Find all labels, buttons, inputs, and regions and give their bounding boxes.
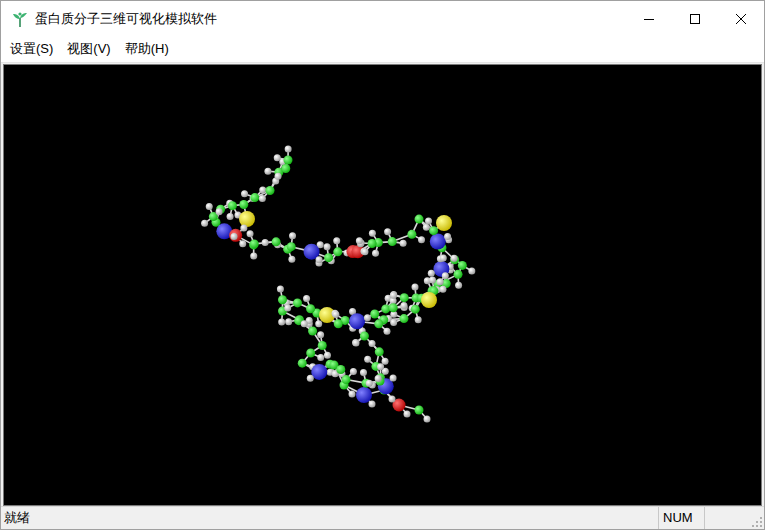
status-bar: 就绪 NUM <box>1 506 764 529</box>
window-title: 蛋白质分子三维可视化模拟软件 <box>35 9 217 29</box>
status-message: 就绪 <box>1 507 658 529</box>
resize-grip-icon[interactable] <box>748 507 764 529</box>
menu-bar: 设置(S)视图(V)帮助(H) <box>1 36 764 63</box>
app-logo-icon <box>11 10 29 28</box>
view-frame <box>1 63 764 506</box>
menu-item[interactable]: 帮助(H) <box>118 39 176 59</box>
status-indicator: NUM <box>658 507 704 529</box>
minimize-button[interactable] <box>626 1 672 36</box>
status-indicator <box>704 507 748 529</box>
molecule-icon <box>4 65 761 506</box>
close-button[interactable] <box>718 1 764 36</box>
close-icon <box>736 14 746 24</box>
molecule-canvas[interactable] <box>3 64 762 506</box>
maximize-icon <box>690 14 700 24</box>
minimize-icon <box>644 14 654 24</box>
title-bar[interactable]: 蛋白质分子三维可视化模拟软件 <box>1 1 764 36</box>
menu-item[interactable]: 设置(S) <box>3 39 60 59</box>
menu-item[interactable]: 视图(V) <box>60 39 117 59</box>
maximize-button[interactable] <box>672 1 718 36</box>
app-window: 蛋白质分子三维可视化模拟软件 设置(S)视图(V)帮助(H) 就绪 NUM <box>0 0 765 530</box>
